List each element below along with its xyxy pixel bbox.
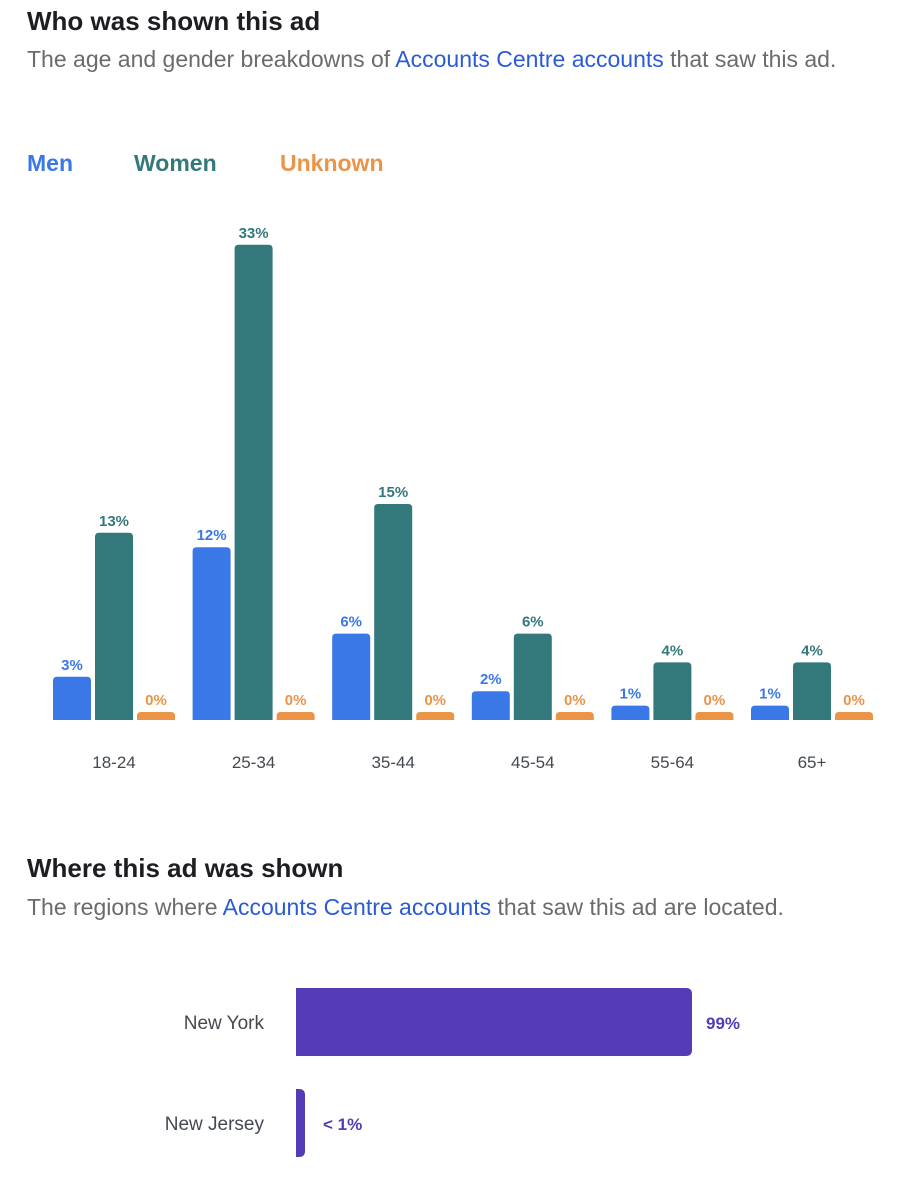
data-label: 1% [620, 686, 642, 703]
data-label: 0% [285, 692, 307, 709]
bar-unknown [137, 712, 175, 720]
data-label: 4% [801, 642, 823, 659]
accounts-centre-link[interactable]: Accounts Centre accounts [223, 894, 491, 920]
data-label: 1% [759, 686, 781, 703]
bar-unknown [695, 712, 734, 720]
subtitle-text: The regions where [27, 894, 223, 920]
bar-unknown [416, 712, 455, 720]
bar-women [95, 532, 133, 720]
data-label: 6% [340, 614, 362, 631]
data-label: 4% [662, 642, 684, 659]
data-label: 0% [843, 692, 865, 709]
data-label: 15% [378, 484, 408, 501]
data-label: 0% [564, 692, 586, 709]
section2-title: Where this ad was shown [27, 853, 344, 883]
x-tick-label: 35-44 [371, 753, 414, 772]
bar-men [332, 633, 371, 720]
bar-men [192, 547, 231, 720]
data-label: 0% [424, 692, 446, 709]
x-tick-label: 55-64 [651, 753, 694, 772]
data-label: 6% [522, 614, 544, 631]
bar-men [471, 691, 510, 720]
region-label: New Jersey [165, 1114, 265, 1135]
x-tick-label: 25-34 [232, 753, 275, 772]
bar-women [653, 662, 692, 720]
bar-unknown [555, 712, 594, 720]
x-tick-label: 18-24 [92, 753, 135, 772]
bar-women [234, 244, 273, 721]
region-value-label: < 1% [323, 1115, 362, 1134]
data-label: 0% [704, 692, 726, 709]
region-label: New York [184, 1013, 265, 1034]
x-tick-label: 65+ [798, 753, 827, 772]
section2-subtitle: The regions where Accounts Centre accoun… [27, 890, 897, 924]
bar-women [793, 662, 831, 720]
data-label: 2% [480, 671, 502, 688]
bar-men [751, 705, 789, 720]
region-value-label: 99% [706, 1014, 740, 1033]
bar-women [513, 633, 552, 720]
data-label: 13% [99, 513, 129, 530]
x-tick-label: 45-54 [511, 753, 554, 772]
data-label: 0% [145, 692, 167, 709]
data-label: 33% [239, 225, 269, 242]
region-bar [296, 988, 692, 1056]
bar-men [611, 705, 650, 720]
age-gender-chart: 3% 13% 0% 18-24 12% 33% 0% 25-34 6% 15% 0% 35-44 2% 6… [53, 225, 873, 772]
bar-women [374, 504, 413, 720]
bar-unknown [835, 712, 873, 720]
bar-men [53, 676, 91, 720]
region-bar [296, 1089, 305, 1157]
data-label: 3% [61, 657, 83, 674]
subtitle-text: that saw this ad are located. [491, 894, 784, 920]
bar-unknown [276, 712, 315, 720]
data-label: 12% [197, 527, 227, 544]
